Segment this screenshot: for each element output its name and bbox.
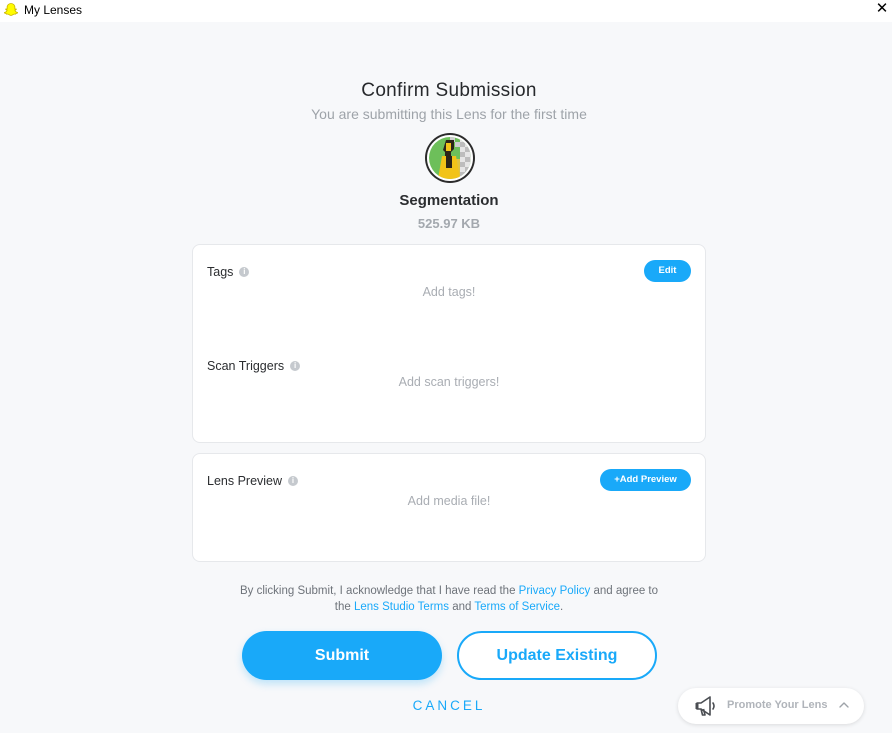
lens-file-size: 525.97 KB bbox=[417, 216, 481, 231]
lens-preview-card: Lens Preview i +Add Preview Add media fi… bbox=[192, 453, 706, 562]
promote-your-lens-label: Promote Your Lens bbox=[727, 699, 828, 711]
consent-text-part: and bbox=[449, 601, 475, 613]
scan-triggers-placeholder: Add scan triggers! bbox=[398, 375, 500, 389]
megaphone-icon bbox=[695, 696, 715, 716]
close-button[interactable]: ✕ bbox=[874, 0, 890, 20]
tags-label: Tags bbox=[207, 265, 234, 279]
info-icon[interactable]: i bbox=[288, 476, 299, 486]
info-icon[interactable]: i bbox=[290, 361, 301, 371]
lens-preview-placeholder: Add media file! bbox=[407, 494, 491, 508]
tags-card: Tags i Edit Add tags! Scan Triggers i Ad… bbox=[192, 244, 706, 443]
lens-name: Segmentation bbox=[399, 192, 499, 209]
consent-text: By clicking Submit, I acknowledge that I… bbox=[0, 583, 892, 615]
add-preview-button[interactable]: +Add Preview bbox=[600, 469, 691, 491]
consent-text-part: By clicking Submit, I acknowledge that I… bbox=[239, 585, 519, 597]
update-existing-button[interactable]: Update Existing bbox=[457, 631, 657, 680]
info-icon[interactable]: i bbox=[239, 267, 250, 277]
promote-your-lens-button[interactable]: Promote Your Lens bbox=[678, 688, 864, 724]
window-title: My Lenses bbox=[24, 3, 83, 17]
lens-studio-terms-link[interactable]: Lens Studio Terms bbox=[354, 601, 449, 613]
terms-of-service-link[interactable]: Terms of Service bbox=[474, 601, 560, 613]
consent-text-part: . bbox=[560, 601, 564, 613]
chevron-up-icon bbox=[839, 702, 849, 708]
page-title: Confirm Submission bbox=[361, 80, 537, 101]
page-subtitle: You are submitting this Lens for the fir… bbox=[311, 106, 587, 122]
lens-preview-section-label: Lens Preview i bbox=[207, 474, 299, 488]
segmentation-lens-icon bbox=[429, 137, 471, 179]
lens-avatar bbox=[425, 133, 475, 183]
edit-tags-button[interactable]: Edit bbox=[644, 260, 691, 282]
privacy-policy-link[interactable]: Privacy Policy bbox=[519, 585, 591, 597]
scan-triggers-label: Scan Triggers bbox=[207, 359, 285, 373]
consent-text-part: and agree to bbox=[590, 585, 659, 597]
scan-triggers-section-label: Scan Triggers i bbox=[207, 359, 301, 373]
snapchat-ghost-icon bbox=[3, 3, 19, 16]
tags-section-label: Tags i bbox=[207, 265, 250, 279]
lens-preview-label: Lens Preview bbox=[207, 474, 283, 488]
submit-button[interactable]: Submit bbox=[242, 631, 442, 680]
title-bar: My Lenses ✕ bbox=[0, 0, 892, 22]
tags-placeholder: Add tags! bbox=[422, 285, 476, 299]
consent-text-part: the bbox=[334, 601, 354, 613]
